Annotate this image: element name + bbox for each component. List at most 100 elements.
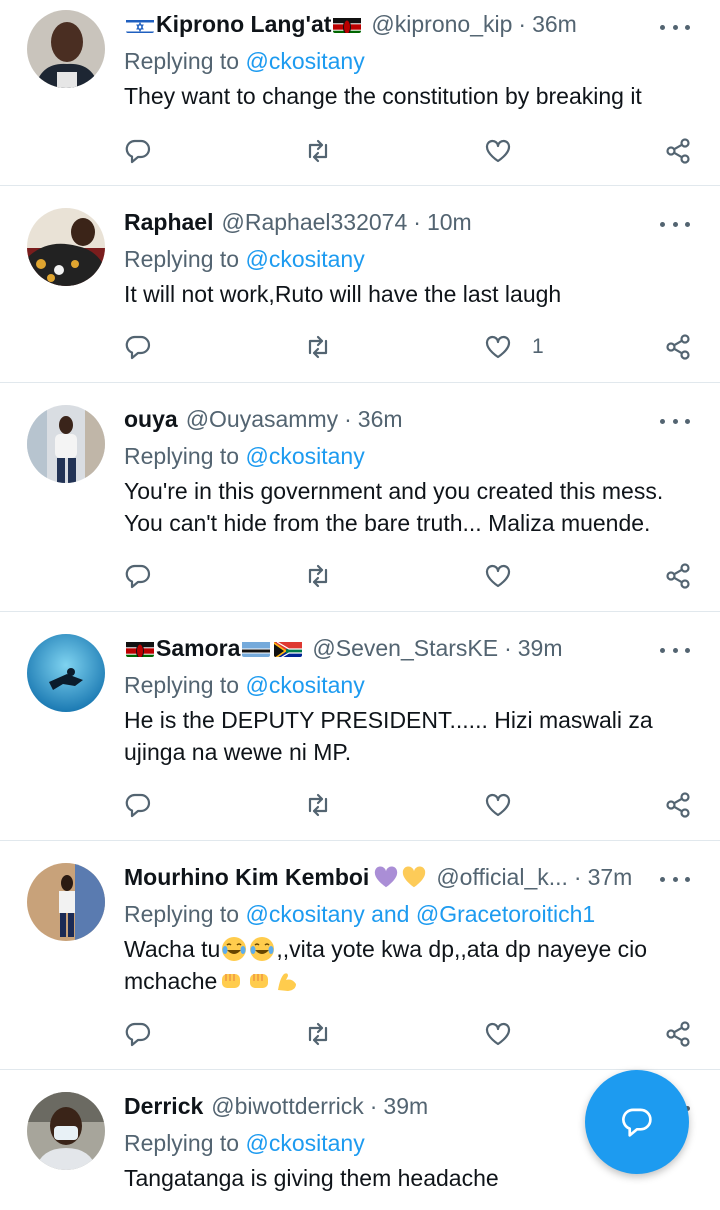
avatar[interactable] — [27, 634, 105, 712]
flexed-biceps-emoji-icon — [274, 968, 300, 994]
retweet-button[interactable] — [304, 1017, 332, 1051]
timestamp[interactable]: 36m — [532, 11, 577, 38]
reply-button[interactable] — [124, 330, 152, 364]
botswana-flag-icon — [242, 639, 271, 657]
kenya-flag-icon — [333, 15, 362, 33]
display-name[interactable]: Derrick — [124, 1093, 203, 1120]
timestamp[interactable]: 37m — [588, 864, 633, 891]
like-button[interactable] — [484, 559, 532, 593]
replying-to: Replying to @ckositany — [124, 244, 700, 274]
mention-link[interactable]: @ckositany — [245, 246, 364, 272]
separator-dot: · — [344, 405, 352, 432]
avatar[interactable] — [27, 1092, 105, 1170]
tweet-actions — [124, 559, 720, 593]
israel-flag-icon — [126, 15, 154, 33]
timestamp[interactable]: 39m — [383, 1093, 428, 1120]
fist-emoji-icon — [218, 968, 244, 994]
tweet-item[interactable]: Samora @Seven_StarsKE · 39m Replying to … — [0, 612, 720, 841]
reply-button[interactable] — [124, 1017, 152, 1051]
tweet-text: He is the DEPUTY PRESIDENT...... Hizi ma… — [124, 707, 653, 765]
fist-emoji-icon — [246, 968, 272, 994]
separator-dot: · — [413, 208, 421, 235]
tweet-item[interactable]: Mourhino Kim Kemboi @official_k... · 37m… — [0, 841, 720, 1070]
timestamp[interactable]: 36m — [358, 406, 403, 433]
heart-icon — [485, 1022, 511, 1046]
replying-label: Replying to — [124, 1130, 246, 1156]
reply-button[interactable] — [124, 559, 152, 593]
replying-to: Replying to @ckositany — [124, 670, 700, 700]
user-handle[interactable]: @biwottderrick — [211, 1093, 363, 1120]
tweet-item[interactable]: Raphael @Raphael332074 · 10m Replying to… — [0, 186, 720, 383]
like-button[interactable] — [484, 1017, 532, 1051]
replying-to: Replying to @ckositany — [124, 441, 700, 471]
kenya-flag-icon — [126, 639, 154, 657]
mention-link[interactable]: @ckositany — [245, 443, 364, 469]
more-icon[interactable] — [660, 411, 690, 431]
display-name[interactable]: Mourhino Kim Kemboi — [124, 864, 369, 891]
more-icon[interactable] — [660, 869, 690, 889]
like-button[interactable]: 1 — [484, 330, 544, 364]
share-button[interactable] — [664, 134, 692, 168]
share-button[interactable] — [664, 1017, 692, 1051]
user-handle[interactable]: @Seven_StarsKE — [312, 635, 498, 662]
retweet-button[interactable] — [304, 330, 332, 364]
replying-label: Replying to — [124, 901, 246, 927]
like-count: 1 — [532, 335, 544, 358]
share-button[interactable] — [664, 330, 692, 364]
display-name[interactable]: ouya — [124, 406, 178, 433]
tweet-text-part: Wacha tu — [124, 936, 221, 962]
reply-icon — [125, 139, 151, 164]
retweet-button[interactable] — [304, 134, 332, 168]
share-icon — [666, 792, 690, 818]
display-name[interactable]: Samora — [156, 635, 240, 662]
avatar[interactable] — [27, 10, 105, 88]
crying-laughing-emoji-icon — [249, 936, 275, 962]
share-icon — [666, 563, 690, 589]
tweet-text: They want to change the constitution by … — [124, 83, 642, 109]
reply-button[interactable] — [124, 788, 152, 822]
retweet-icon — [308, 793, 328, 817]
retweet-button[interactable] — [304, 788, 332, 822]
display-name[interactable]: Kiprono Lang'at — [156, 11, 331, 38]
display-name[interactable]: Raphael — [124, 209, 213, 236]
more-icon[interactable] — [660, 214, 690, 234]
more-icon[interactable] — [660, 640, 690, 660]
compose-reply-icon — [622, 1108, 652, 1137]
replies-feed: Kiprono Lang'at @kiprono_kip · 36m Reply… — [0, 0, 720, 1210]
user-handle[interactable]: @official_k... — [436, 864, 568, 891]
replying-to: Replying to @ckositany — [124, 46, 700, 76]
share-icon — [666, 1021, 690, 1047]
compose-reply-button[interactable] — [585, 1070, 689, 1174]
user-handle[interactable]: @Ouyasammy — [186, 406, 338, 433]
retweet-button[interactable] — [304, 559, 332, 593]
share-button[interactable] — [664, 559, 692, 593]
tweet-item[interactable]: ouya @Ouyasammy · 36m Replying to @ckosi… — [0, 383, 720, 612]
replying-label: Replying to — [124, 48, 246, 74]
user-handle[interactable]: @kiprono_kip — [371, 11, 512, 38]
mention-link[interactable]: @ckositany — [245, 1130, 364, 1156]
avatar[interactable] — [27, 863, 105, 941]
user-handle[interactable]: @Raphael332074 — [221, 209, 407, 236]
yellow-heart-icon — [401, 864, 427, 890]
more-icon[interactable] — [660, 17, 690, 37]
reply-icon — [125, 335, 151, 360]
share-button[interactable] — [664, 788, 692, 822]
retweet-icon — [308, 1022, 328, 1046]
mention-link[interactable]: @ckositany — [245, 672, 364, 698]
timestamp[interactable]: 39m — [518, 635, 563, 662]
south-africa-flag-icon — [274, 639, 303, 657]
heart-icon — [485, 793, 511, 817]
separator-dot: · — [518, 10, 527, 37]
avatar[interactable] — [27, 208, 105, 286]
avatar[interactable] — [27, 405, 105, 483]
separator-dot: · — [573, 863, 582, 890]
mention-link[interactable]: @ckositany and @Gracetoroitich1 — [245, 901, 595, 927]
timestamp[interactable]: 10m — [427, 209, 472, 236]
like-button[interactable] — [484, 788, 532, 822]
tweet-text: It will not work,Ruto will have the last… — [124, 281, 562, 307]
reply-button[interactable] — [124, 134, 152, 168]
mention-link[interactable]: @ckositany — [245, 48, 364, 74]
like-button[interactable] — [484, 134, 532, 168]
tweet-item[interactable]: Kiprono Lang'at @kiprono_kip · 36m Reply… — [0, 0, 720, 186]
retweet-icon — [308, 139, 328, 163]
